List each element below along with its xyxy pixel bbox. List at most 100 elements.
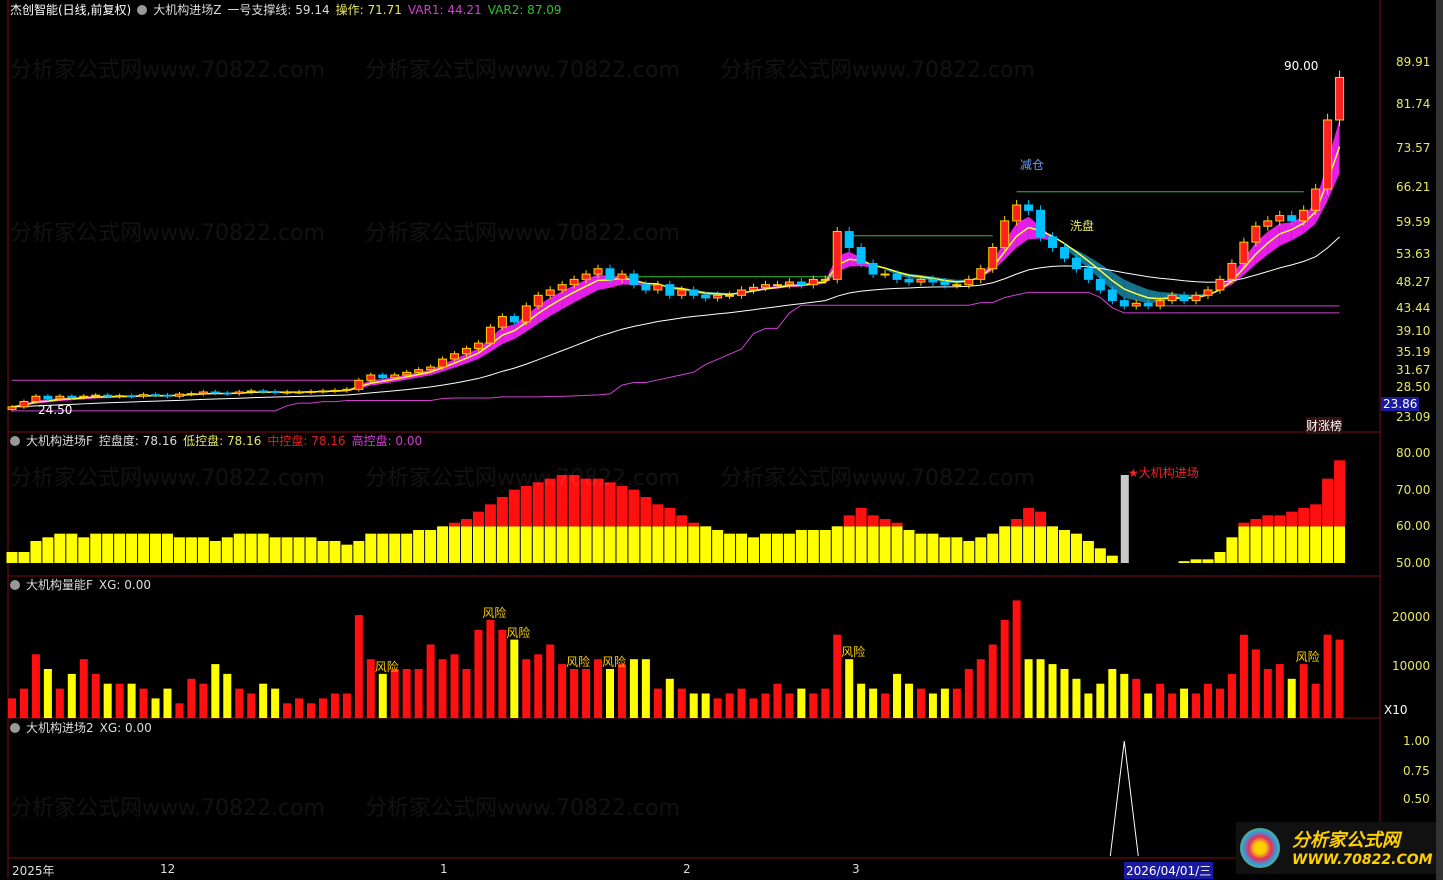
control-bar-low [126, 533, 138, 563]
control-bar-low [652, 526, 664, 563]
indicator-toggle-icon[interactable] [10, 723, 20, 733]
volume-bar [833, 634, 842, 718]
volume-bar [1227, 673, 1236, 718]
volume-bar [1156, 683, 1165, 718]
candle [198, 391, 208, 395]
control-bar-low [30, 540, 42, 563]
risk-label: 风险 [374, 659, 399, 674]
candle [1071, 257, 1081, 270]
volume-bar [1192, 693, 1201, 718]
vol-tick: 20000 [1392, 610, 1431, 624]
control-bar-low [963, 540, 975, 563]
volume-bar [689, 693, 698, 718]
volume-bar [1012, 600, 1021, 718]
control-bar-low [664, 526, 676, 563]
control-bar-low [437, 526, 449, 563]
candle [1083, 268, 1093, 280]
volume-bar [928, 693, 937, 718]
control-bar-low [1047, 526, 1059, 563]
candle [1000, 220, 1010, 248]
candle [366, 374, 376, 381]
candle [749, 286, 759, 291]
volume-bar [115, 683, 124, 718]
volume-bar [450, 654, 459, 718]
candle [784, 281, 794, 286]
control-bar-low [1262, 526, 1274, 563]
candle [79, 395, 89, 398]
indicator-toggle-icon[interactable] [10, 580, 20, 590]
candle [593, 268, 603, 275]
control-bar-low [724, 533, 736, 563]
volume-bar [1180, 688, 1189, 718]
vol-tick: 10000 [1392, 659, 1431, 673]
candle [1143, 302, 1153, 307]
volume-bar [976, 659, 985, 718]
control-bar-low [1070, 533, 1082, 563]
control-bar-low [245, 533, 257, 563]
indicator-toggle-icon[interactable] [137, 5, 148, 15]
control-bar-low [628, 526, 640, 563]
control-bar-low [281, 537, 293, 563]
control-bar-low [532, 526, 544, 563]
volume-bar [749, 698, 758, 718]
volume-bar [19, 688, 28, 718]
volume-bar [402, 669, 411, 718]
volume-bar [223, 673, 232, 718]
candle [414, 369, 424, 373]
control-bar-low [317, 540, 329, 563]
ind-tick: 50.00 [1396, 556, 1431, 570]
volume-bar [1168, 693, 1177, 718]
volume-bar [1144, 693, 1153, 718]
volume-bar [438, 659, 447, 718]
candle [1119, 300, 1129, 307]
volume-bar [809, 693, 818, 718]
volume-bar [1215, 688, 1224, 718]
date-month: 3 [852, 862, 860, 876]
candle [402, 371, 412, 376]
uptrend-ribbon [1279, 222, 1292, 246]
control-bar-high [1334, 460, 1346, 527]
candle [390, 374, 400, 379]
candle [964, 278, 974, 286]
candle [808, 278, 818, 286]
volume-bar [187, 678, 196, 718]
control-bar-low [257, 533, 269, 563]
sig-tick: 0.75 [1403, 764, 1430, 778]
entry-label: ★大机构进场 [1128, 466, 1199, 480]
volume-bar [1323, 634, 1332, 718]
control-bar-low [269, 537, 281, 563]
candle [533, 294, 543, 307]
control-bar-low [1058, 529, 1070, 563]
control-bar-low [843, 526, 855, 563]
candle [868, 262, 878, 275]
candle [737, 289, 747, 296]
volume-bar [498, 629, 507, 718]
volume-bar [199, 683, 208, 718]
price-tick: 43.44 [1396, 301, 1431, 315]
control-bar-high [640, 496, 652, 527]
volume-bar [1084, 693, 1093, 718]
control-bar-high [676, 515, 688, 527]
volume-bar [725, 693, 734, 718]
candle [294, 391, 304, 394]
control-bar-high [496, 496, 508, 527]
control-bar-low [221, 537, 233, 563]
wash-label: 洗盘 [1070, 219, 1095, 233]
volume-bar [1263, 669, 1272, 718]
risk-label: 风险 [841, 645, 866, 660]
candle [509, 316, 519, 323]
support-value: 一号支撑线: 59.14 [227, 3, 330, 17]
volume-bar [1287, 678, 1296, 718]
control-bar-low [496, 526, 508, 563]
volume-bar [677, 688, 686, 718]
volume-bar [486, 620, 495, 718]
control-bar-low [915, 533, 927, 563]
control-bar-low [6, 551, 18, 563]
candle [557, 284, 567, 291]
control-bar-low [341, 544, 353, 563]
volume-bar [127, 683, 136, 718]
control-bar-low [425, 529, 437, 563]
control-bar-high [449, 522, 461, 527]
logo: 分析家公式网 WWW.70822.COM [1236, 822, 1436, 874]
indicator-toggle-icon[interactable] [10, 436, 20, 446]
